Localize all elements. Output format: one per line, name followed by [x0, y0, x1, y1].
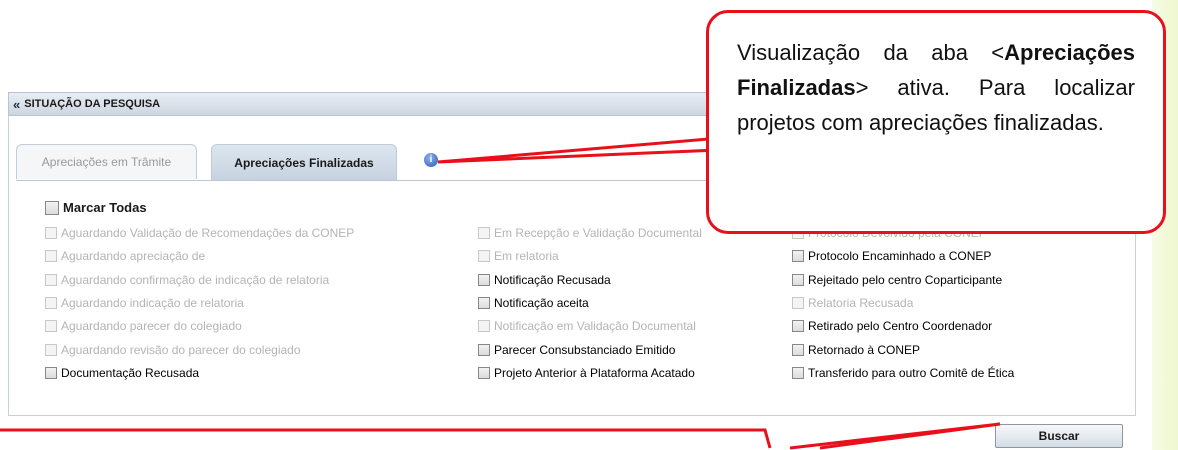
info-icon[interactable]: i: [424, 153, 438, 167]
checkbox-box[interactable]: [45, 367, 57, 379]
status-checkbox-left-2: Aguardando confirmação de indicação de r…: [45, 273, 329, 287]
status-checkbox-left-4: Aguardando parecer do colegiado: [45, 319, 242, 333]
status-checkbox-left-5: Aguardando revisão do parecer do colegia…: [45, 343, 301, 357]
checkbox-label: Rejeitado pelo centro Coparticipante: [808, 273, 1003, 287]
checkbox-label: Transferido para outro Comitê de Ética: [808, 366, 1015, 380]
select-all-checkbox[interactable]: Marcar Todas: [45, 200, 147, 215]
status-checkbox-right-5[interactable]: Retornado à CONEP: [792, 343, 920, 357]
status-checkbox-right-3: Relatoria Recusada: [792, 296, 913, 310]
status-checkbox-middle-1: Em relatoria: [478, 249, 559, 263]
annotation-callout: Visualização da aba <Apreciações Finaliz…: [706, 10, 1166, 234]
collapse-chevron-icon[interactable]: «: [13, 97, 20, 112]
select-all-label: Marcar Todas: [63, 200, 147, 215]
status-checkbox-middle-3[interactable]: Notificação aceita: [478, 296, 589, 310]
panel-title: SITUAÇÃO DA PESQUISA: [24, 98, 161, 110]
checkbox-label: Retornado à CONEP: [808, 343, 921, 357]
checkbox-label: Documentação Recusada: [61, 366, 200, 380]
checkbox-label: Parecer Consubstanciado Emitido: [494, 343, 676, 357]
status-checkbox-right-6[interactable]: Transferido para outro Comitê de Ética: [792, 366, 1014, 380]
status-checkbox-middle-0: Em Recepção e Validação Documental: [478, 226, 702, 240]
status-checkbox-middle-6[interactable]: Projeto Anterior à Plataforma Acatado: [478, 366, 695, 380]
checkbox-label: Aguardando indicação de relatoria: [61, 296, 244, 310]
checkbox-box: [478, 227, 490, 239]
checkbox-box[interactable]: [792, 274, 804, 286]
checkbox-label: Em relatoria: [494, 249, 559, 263]
checkbox-box[interactable]: [478, 344, 490, 356]
checkbox-box[interactable]: [45, 200, 59, 215]
buscar-pointer: [789, 422, 1001, 450]
callout-prefix: Visualização da aba <: [737, 40, 1005, 65]
checkbox-box: [478, 320, 490, 332]
checkbox-box: [45, 274, 57, 286]
status-checkbox-left-0: Aguardando Validação de Recomendações da…: [45, 226, 354, 240]
checkbox-box: [792, 297, 804, 309]
tab-apreciacoes-finalizadas[interactable]: Apreciações Finalizadas: [211, 144, 397, 180]
checkbox-box: [45, 250, 57, 262]
checkbox-box[interactable]: [478, 367, 490, 379]
status-checkbox-middle-4: Notificação em Validação Documental: [478, 319, 696, 333]
checkbox-box[interactable]: [478, 274, 490, 286]
checkbox-label: Aguardando apreciação de: [61, 249, 206, 263]
checkbox-box[interactable]: [792, 250, 804, 262]
status-checkbox-right-4[interactable]: Retirado pelo Centro Coordenador: [792, 319, 992, 333]
checkbox-label: Aguardando parecer do colegiado: [61, 319, 242, 333]
checkbox-box: [45, 227, 57, 239]
status-checkbox-left-6[interactable]: Documentação Recusada: [45, 366, 199, 380]
checkbox-box[interactable]: [792, 367, 804, 379]
checkbox-box: [478, 250, 490, 262]
checkbox-box[interactable]: [792, 344, 804, 356]
checkbox-label: Projeto Anterior à Plataforma Acatado: [494, 366, 695, 380]
checkbox-label: Notificação Recusada: [494, 273, 611, 287]
status-checkbox-left-3: Aguardando indicação de relatoria: [45, 296, 244, 310]
checkbox-box: [45, 297, 57, 309]
status-checkbox-left-1: Aguardando apreciação de: [45, 249, 205, 263]
checkbox-box[interactable]: [478, 297, 490, 309]
status-checkbox-middle-5[interactable]: Parecer Consubstanciado Emitido: [478, 343, 675, 357]
checkbox-label: Notificação aceita: [494, 296, 589, 310]
status-checkbox-right-2[interactable]: Rejeitado pelo centro Coparticipante: [792, 273, 1002, 287]
status-checkbox-middle-2[interactable]: Notificação Recusada: [478, 273, 611, 287]
checkbox-label: Retirado pelo Centro Coordenador: [808, 319, 993, 333]
checkbox-label: Notificação em Validação Documental: [494, 319, 696, 333]
bracket-line: [0, 428, 772, 449]
checkbox-label: Aguardando confirmação de indicação de r…: [61, 273, 330, 287]
checkbox-label: Relatoria Recusada: [808, 296, 914, 310]
status-checkbox-right-1[interactable]: Protocolo Encaminhado a CONEP: [792, 249, 991, 263]
checkbox-label: Em Recepção e Validação Documental: [494, 226, 702, 240]
checkbox-box[interactable]: [792, 320, 804, 332]
buscar-button[interactable]: Buscar: [995, 424, 1123, 448]
checkbox-box: [45, 344, 57, 356]
checkbox-label: Aguardando Validação de Recomendações da…: [61, 226, 355, 240]
checkbox-box: [45, 320, 57, 332]
tab-apreciacoes-em-tramite[interactable]: Apreciações em Trâmite: [16, 144, 197, 179]
checkbox-label: Aguardando revisão do parecer do colegia…: [61, 343, 301, 357]
checkbox-label: Protocolo Encaminhado a CONEP: [808, 249, 992, 263]
